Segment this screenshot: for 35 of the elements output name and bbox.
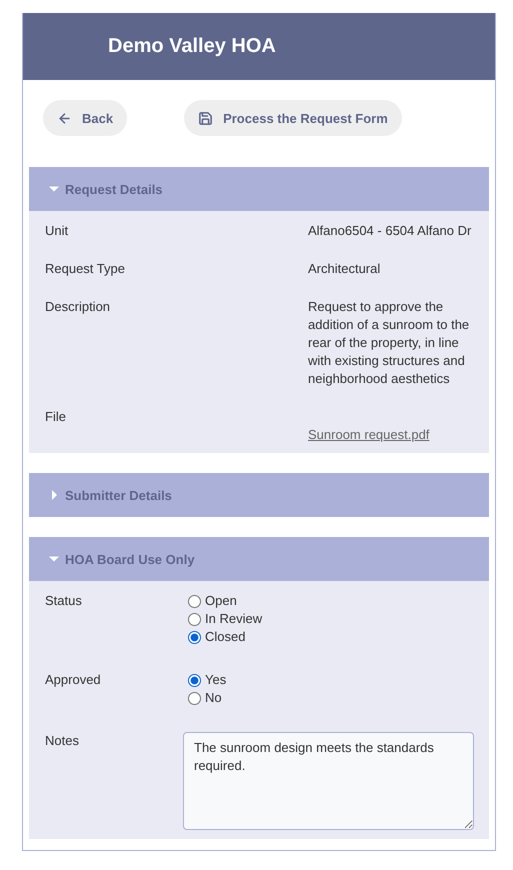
save-icon <box>198 110 214 126</box>
process-button[interactable]: Process the Request Form <box>184 100 402 136</box>
radio-button[interactable] <box>188 674 201 686</box>
radio-button[interactable] <box>188 630 201 644</box>
section-title: HOA Board Use Only <box>65 552 195 566</box>
notes-field[interactable]: The sunroom design meets the standards required. <box>183 732 474 830</box>
caret-icon <box>49 184 59 194</box>
section-header[interactable]: HOA Board Use Only <box>29 537 489 581</box>
field-label: Description <box>45 298 112 316</box>
radio-button[interactable] <box>188 594 201 608</box>
field-label: Status <box>45 592 83 610</box>
radio-button[interactable] <box>188 612 201 626</box>
field-value: Alfano6504 - 6504 Alfano Dr <box>308 222 472 240</box>
field-value: Architectural <box>308 260 382 278</box>
file-link[interactable]: Sunroom request.pdf <box>308 426 430 444</box>
field-label: Notes <box>45 732 80 750</box>
back-button[interactable]: Back <box>43 100 128 136</box>
field-label: File <box>45 408 67 426</box>
section-title: Submitter Details <box>65 488 172 502</box>
section-header[interactable]: Request Details <box>29 167 489 211</box>
option-label: In Review <box>205 610 262 628</box>
field-label: Unit <box>45 222 70 240</box>
option-label: Yes <box>205 671 226 689</box>
radio-button[interactable] <box>188 692 201 704</box>
field-label: Approved <box>45 671 102 689</box>
caret-icon <box>49 490 59 500</box>
app-title: Demo Valley HOA <box>108 35 276 58</box>
option-label: No <box>205 689 222 707</box>
option-label: Closed <box>205 628 246 646</box>
option-label: Open <box>205 592 237 610</box>
field-value: Request to approve the addition of a sunroom to the rear of the property, in line with existing structures and neighborhood aesthetics <box>308 298 470 388</box>
section-title: Request Details <box>65 182 163 196</box>
section-header[interactable]: Submitter Details <box>29 473 489 517</box>
field-label: Request Type <box>45 260 126 278</box>
caret-icon <box>49 554 59 564</box>
